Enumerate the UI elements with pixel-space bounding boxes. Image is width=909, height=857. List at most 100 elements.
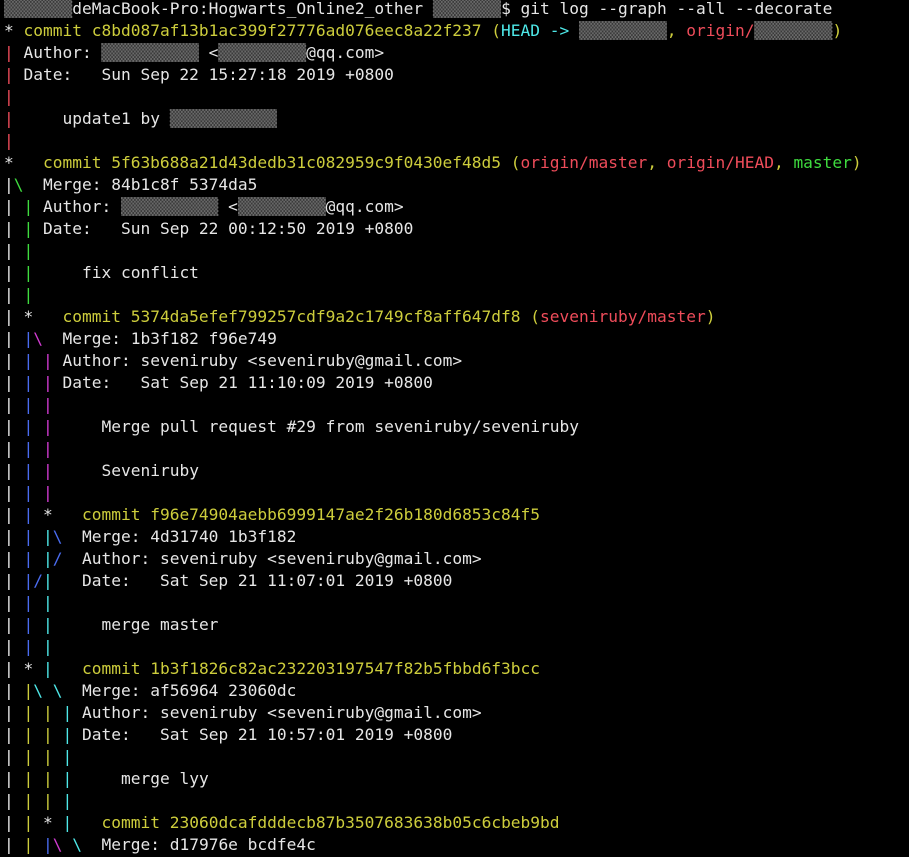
graph-branch-line: | bbox=[23, 769, 43, 788]
terminal-output-line: | | * | commit 23060dcafdddecb87b3507683… bbox=[4, 812, 560, 834]
text-segment bbox=[43, 681, 53, 700]
graph-branch-line: * bbox=[23, 307, 63, 326]
terminal-output-line: | * | commit 1b3f1826c82ac232203197547f8… bbox=[4, 658, 540, 680]
graph-branch-line: | bbox=[23, 703, 43, 722]
text-segment: Seveniruby bbox=[62, 461, 199, 480]
terminal-output-line: | |\ Merge: 1b3f182 f96e749 bbox=[4, 328, 277, 350]
text-segment: update1 by bbox=[23, 109, 170, 128]
text-segment: Author: bbox=[43, 197, 121, 216]
text-segment: Merge: 4d31740 1b3f182 bbox=[62, 527, 297, 546]
graph-branch-line: | bbox=[4, 747, 24, 766]
graph-branch-line: | bbox=[4, 769, 24, 788]
terminal-output-line: | Author: ▒▒▒▒▒▒▒▒▒▒ <▒▒▒▒▒▒▒▒▒@qq.com> bbox=[4, 42, 384, 64]
graph-branch-line: | bbox=[4, 461, 24, 480]
terminal-output-line: | | Author: ▒▒▒▒▒▒▒▒▒▒ <▒▒▒▒▒▒▒▒▒@qq.com… bbox=[4, 196, 404, 218]
graph-branch-line: | bbox=[4, 175, 14, 194]
graph-branch-line: | bbox=[4, 219, 24, 238]
graph-branch-line: | bbox=[23, 461, 43, 480]
commit-hash: commit 5374da5efef799257cdf9a2c1749cf8af… bbox=[62, 307, 541, 326]
terminal-output-line: | bbox=[4, 130, 14, 152]
graph-branch-line: | bbox=[43, 483, 53, 502]
text-segment: ) bbox=[851, 153, 862, 172]
graph-branch-line: | bbox=[4, 725, 24, 744]
graph-branch-line: | bbox=[23, 549, 43, 568]
terminal-output-line: | | | bbox=[4, 438, 53, 460]
graph-branch-line: | bbox=[23, 285, 34, 304]
ref-decoration: HEAD -> bbox=[501, 21, 580, 40]
terminal-output-line: | | | bbox=[4, 482, 53, 504]
terminal-output-line: | | | bbox=[4, 636, 53, 658]
redacted-text: ▒▒▒▒▒▒▒▒▒▒▒ bbox=[169, 109, 277, 128]
terminal-output-line: | | Date: Sun Sep 22 00:12:50 2019 +0800 bbox=[4, 218, 413, 240]
terminal-output-line: | |\ \ Merge: af56964 23060dc bbox=[4, 680, 296, 702]
terminal-output-line: | | | bbox=[4, 592, 53, 614]
terminal-output-line: | | | Author: seveniruby <seveniruby@gma… bbox=[4, 350, 462, 372]
terminal-window[interactable]: ▒▒▒▒▒▒▒deMacBook-Pro:Hogwarts_Online2_ot… bbox=[0, 0, 909, 857]
text-segment: < bbox=[218, 197, 238, 216]
graph-branch-line: | bbox=[4, 307, 24, 326]
text-segment: Merge: af56964 23060dc bbox=[62, 681, 297, 700]
graph-branch-line: | bbox=[23, 439, 43, 458]
graph-branch-line: * bbox=[4, 153, 43, 172]
graph-branch-line: | bbox=[4, 813, 24, 832]
graph-branch-line: | bbox=[4, 483, 24, 502]
graph-branch-line: * bbox=[43, 505, 82, 524]
graph-branch-line: | bbox=[4, 527, 24, 546]
graph-branch-line: | bbox=[4, 681, 24, 700]
graph-branch-line: | bbox=[23, 263, 43, 282]
graph-branch-line: | bbox=[4, 241, 24, 260]
graph-branch-line: | bbox=[23, 373, 43, 392]
graph-branch-line: | bbox=[23, 835, 43, 854]
text-segment: ) bbox=[832, 21, 843, 40]
terminal-output-line: | | | | merge lyy bbox=[4, 768, 209, 790]
graph-branch-line: | bbox=[4, 439, 24, 458]
graph-branch-line: \ bbox=[13, 175, 24, 194]
graph-branch-line: | bbox=[43, 725, 63, 744]
text-segment: Author: seveniruby <seveniruby@gmail.com… bbox=[62, 549, 482, 568]
text-segment: ) bbox=[705, 307, 716, 326]
text-segment: , bbox=[773, 153, 794, 172]
terminal-output-line: | | | bbox=[4, 394, 53, 416]
terminal-output-line: | | bbox=[4, 284, 33, 306]
text-segment: Author: seveniruby <seveniruby@gmail.com… bbox=[62, 351, 463, 370]
graph-branch-line: | bbox=[23, 615, 43, 634]
terminal-output-line: | Date: Sun Sep 22 15:27:18 2019 +0800 bbox=[4, 64, 394, 86]
graph-branch-line: | bbox=[43, 659, 63, 678]
terminal-output-line: | | * commit f96e74904aebb6999147ae2f26b… bbox=[4, 504, 540, 526]
shell-prompt-line: ▒▒▒▒▒▒▒deMacBook-Pro:Hogwarts_Online2_ot… bbox=[4, 0, 832, 20]
terminal-output-line: * commit 5f63b688a21d43dedb31c082959c9f0… bbox=[4, 152, 862, 174]
graph-branch-line: | bbox=[43, 637, 53, 656]
terminal-output-line: * commit c8bd087af13b1ac399f27776ad076ee… bbox=[4, 20, 842, 42]
graph-branch-line: | bbox=[4, 615, 24, 634]
graph-branch-line: | bbox=[43, 373, 63, 392]
graph-branch-line: | bbox=[23, 219, 43, 238]
graph-branch-line: | bbox=[4, 197, 24, 216]
text-segment: Date: Sat Sep 21 10:57:01 2019 +0800 bbox=[82, 725, 453, 744]
redacted-text: ▒▒▒▒▒▒▒▒▒▒ bbox=[120, 197, 219, 216]
graph-branch-line: | bbox=[43, 791, 63, 810]
graph-branch-line: | bbox=[23, 351, 43, 370]
graph-branch-line: | bbox=[4, 549, 24, 568]
graph-branch-line: | bbox=[43, 571, 53, 590]
graph-branch-line: | bbox=[62, 813, 82, 832]
text-segment: Author: seveniruby <seveniruby@gmail.com… bbox=[82, 703, 482, 722]
graph-branch-line: | bbox=[62, 791, 73, 810]
graph-branch-line: | bbox=[4, 351, 24, 370]
graph-branch-line: | bbox=[4, 659, 24, 678]
graph-branch-line: * bbox=[43, 813, 63, 832]
graph-branch-line: | bbox=[4, 65, 24, 84]
graph-branch-line: | bbox=[23, 395, 43, 414]
terminal-output-line: | | | | bbox=[4, 790, 72, 812]
graph-branch-line: | bbox=[4, 329, 24, 348]
graph-branch-line: | bbox=[43, 615, 63, 634]
commit-hash: commit f96e74904aebb6999147ae2f26b180d68… bbox=[81, 505, 541, 524]
graph-branch-line: | bbox=[4, 285, 24, 304]
commit-hash: commit 23060dcafdddecb87b3507683638b05c6… bbox=[82, 813, 560, 832]
text-segment: Merge pull request #29 from seveniruby/s… bbox=[62, 417, 580, 436]
graph-branch-line: | bbox=[4, 87, 14, 106]
graph-branch-line: | bbox=[4, 109, 24, 128]
graph-branch-line: \ bbox=[52, 527, 63, 546]
commit-hash: commit c8bd087af13b1ac399f27776ad076eec8… bbox=[23, 21, 502, 40]
redacted-text: ▒▒▒▒▒▒▒▒▒ bbox=[579, 21, 667, 40]
terminal-output-line: | | | Seveniruby bbox=[4, 460, 199, 482]
